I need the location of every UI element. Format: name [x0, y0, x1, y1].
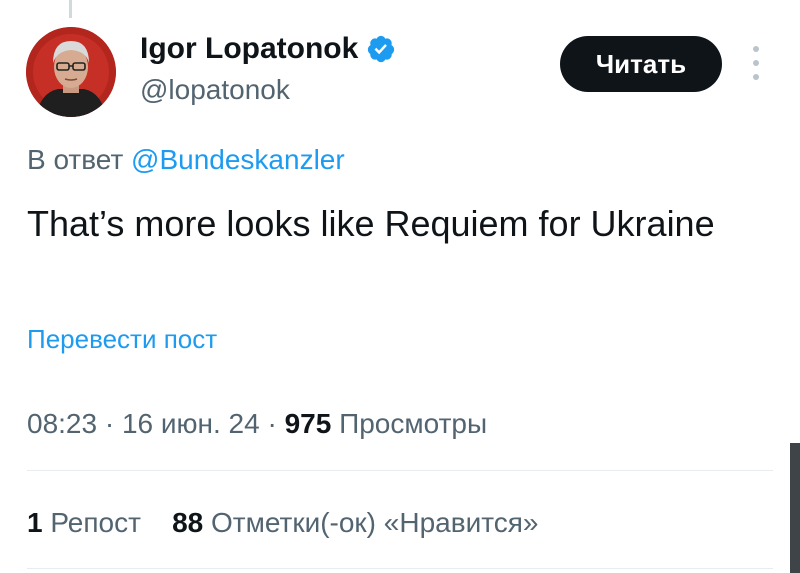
more-dot — [753, 74, 759, 80]
reply-mention-link[interactable]: @Bundeskanzler — [131, 144, 345, 175]
author-name-row[interactable]: Igor Lopatonok — [140, 30, 396, 68]
views-label: Просмотры — [339, 408, 488, 439]
tweet-date[interactable]: 16 июн. 24 — [122, 408, 260, 439]
meta-separator: · — [267, 408, 277, 439]
reply-prefix: В ответ — [27, 144, 124, 175]
more-vertical-icon[interactable] — [748, 46, 764, 80]
avatar[interactable] — [26, 27, 116, 117]
tweet-detail-view: Igor Lopatonok @lopatonok Читать В ответ… — [0, 0, 800, 573]
more-dot — [753, 46, 759, 52]
thread-connector-line — [69, 0, 72, 18]
author-handle[interactable]: @lopatonok — [140, 72, 290, 108]
tweet-meta: 08:23 · 16 июн. 24 · 975 Просмотры — [27, 406, 487, 442]
avatar-portrait-icon — [26, 27, 116, 117]
reposts-count: 1 — [27, 507, 43, 538]
more-dot — [753, 60, 759, 66]
follow-button[interactable]: Читать — [560, 36, 722, 92]
reply-context: В ответ @Bundeskanzler — [27, 142, 345, 178]
divider — [27, 470, 773, 471]
divider — [27, 568, 773, 569]
engagement-stats: 1 Репост 88 Отметки(-ок) «Нравится» — [27, 505, 538, 541]
likes-label: Отметки(-ок) «Нравится» — [211, 507, 539, 538]
scrollbar-thumb[interactable] — [790, 443, 800, 573]
likes-stat[interactable]: 88 Отметки(-ок) «Нравится» — [172, 507, 538, 538]
tweet-text: That’s more looks like Requiem for Ukrai… — [27, 203, 715, 244]
translate-post-link[interactable]: Перевести пост — [27, 322, 217, 356]
meta-separator: · — [104, 408, 115, 439]
verified-badge-icon — [368, 35, 395, 63]
tweet-time[interactable]: 08:23 — [27, 408, 97, 439]
likes-count: 88 — [172, 507, 204, 538]
views-count: 975 — [284, 408, 332, 439]
reposts-stat[interactable]: 1 Репост — [27, 507, 149, 538]
author-name[interactable]: Igor Lopatonok — [140, 30, 358, 68]
reposts-label: Репост — [50, 507, 141, 538]
